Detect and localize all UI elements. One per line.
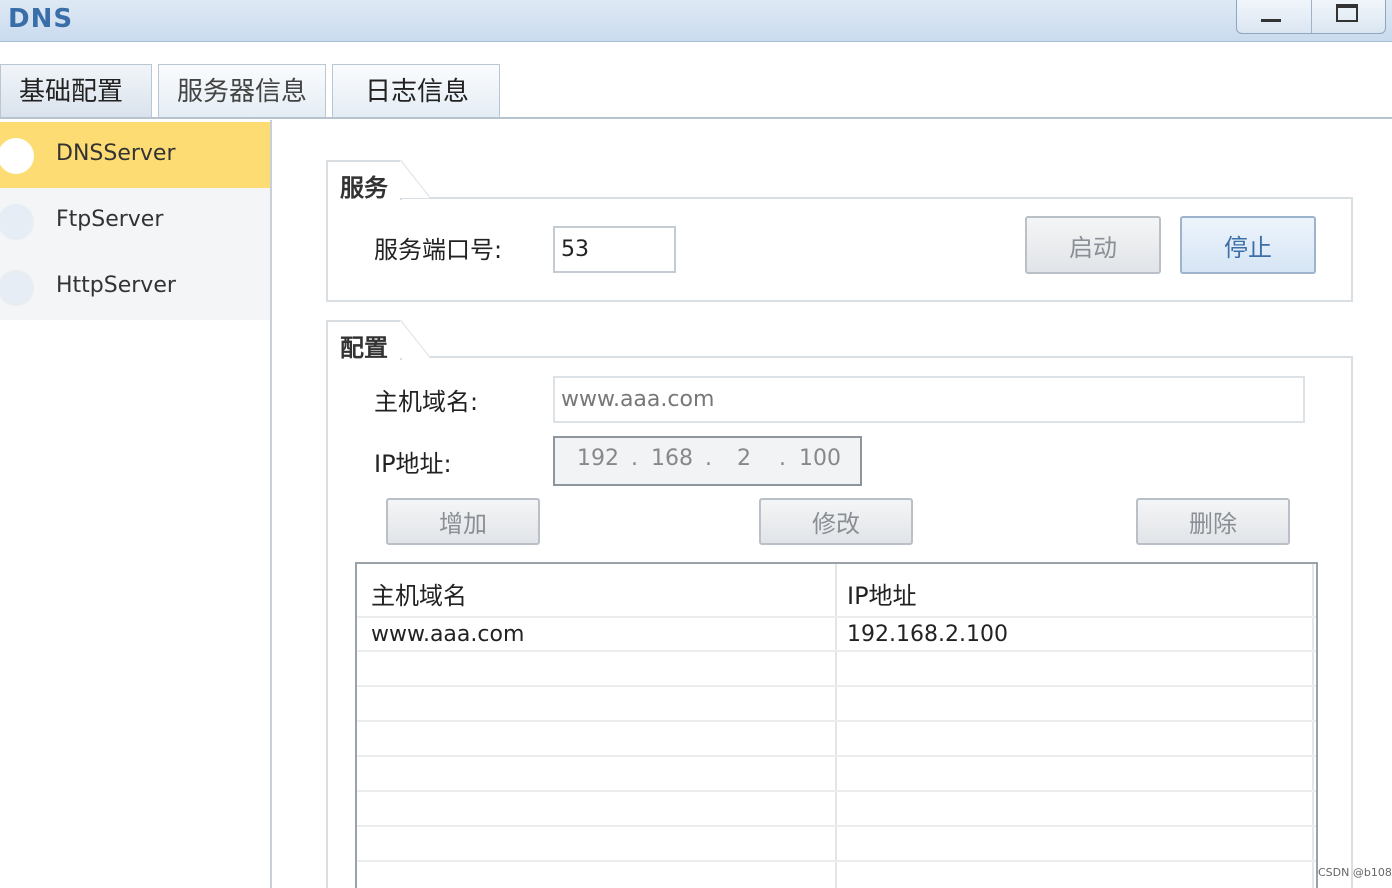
column-divider	[835, 564, 837, 888]
ip-octet-3[interactable]: 2	[737, 446, 751, 471]
row-divider	[357, 790, 1316, 792]
sidebar-item-httpserver[interactable]: HttpServer	[0, 254, 270, 320]
minimize-icon	[1261, 19, 1281, 22]
stop-button[interactable]: 停止	[1180, 216, 1316, 274]
row-divider	[357, 650, 1316, 652]
server-status-icon	[0, 270, 34, 306]
host-label: 主机域名:	[374, 388, 479, 416]
service-group-title: 服务	[340, 174, 388, 202]
sidebar-item-label: DNSServer	[56, 141, 176, 166]
add-button[interactable]: 增加	[386, 498, 540, 545]
ip-octet-4[interactable]: 100	[799, 446, 841, 471]
port-input[interactable]: 53	[553, 226, 676, 273]
row-divider	[357, 755, 1316, 757]
row-divider	[357, 860, 1316, 862]
minimize-button[interactable]	[1237, 0, 1311, 33]
column-divider	[1312, 564, 1314, 888]
port-label: 服务端口号:	[374, 236, 503, 264]
ip-label: IP地址:	[374, 450, 452, 478]
sidebar-item-dnsserver[interactable]: DNSServer	[0, 122, 270, 188]
tab-basic-config[interactable]: 基础配置	[0, 64, 152, 118]
cell-host: www.aaa.com	[371, 622, 525, 647]
row-divider	[357, 825, 1316, 827]
tab-log-info[interactable]: 日志信息	[332, 64, 500, 118]
server-sidebar: DNSServer FtpServer HttpServer	[0, 120, 272, 888]
delete-button[interactable]: 删除	[1136, 498, 1290, 545]
column-header-host[interactable]: 主机域名	[371, 576, 467, 611]
cell-ip: 192.168.2.100	[847, 622, 1008, 647]
sidebar-item-label: FtpServer	[56, 207, 164, 232]
row-divider	[357, 616, 1316, 618]
sidebar-item-label: HttpServer	[56, 273, 176, 298]
sidebar-item-ftpserver[interactable]: FtpServer	[0, 188, 270, 254]
window-controls	[1236, 0, 1386, 34]
config-group-title: 配置	[340, 334, 388, 362]
server-status-icon	[0, 138, 34, 174]
tab-divider	[0, 117, 1392, 119]
row-divider	[357, 685, 1316, 687]
row-divider	[357, 720, 1316, 722]
tab-bar: 基础配置 服务器信息 日志信息	[0, 64, 500, 118]
maximize-button[interactable]	[1310, 0, 1386, 33]
watermark: CSDN @b108	[1318, 866, 1392, 879]
edit-button[interactable]: 修改	[759, 498, 913, 545]
column-header-ip[interactable]: IP地址	[847, 576, 917, 611]
start-button[interactable]: 启动	[1025, 216, 1161, 274]
ip-address-field[interactable]: 192 . 168 . 2 . 100	[553, 436, 862, 486]
maximize-icon	[1335, 4, 1358, 22]
window-title: DNS	[8, 4, 74, 34]
server-status-icon	[0, 204, 34, 240]
dns-records-table: 主机域名 IP地址 www.aaa.com 192.168.2.100	[355, 562, 1318, 888]
tab-server-info[interactable]: 服务器信息	[158, 64, 326, 118]
host-input[interactable]: www.aaa.com	[553, 376, 1305, 423]
ip-octet-2[interactable]: 168	[651, 446, 693, 471]
ip-octet-1[interactable]: 192	[577, 446, 619, 471]
dns-window: DNS 基础配置 服务器信息 日志信息 DNSServer FtpServer …	[0, 0, 1392, 888]
title-bar: DNS	[0, 0, 1392, 42]
